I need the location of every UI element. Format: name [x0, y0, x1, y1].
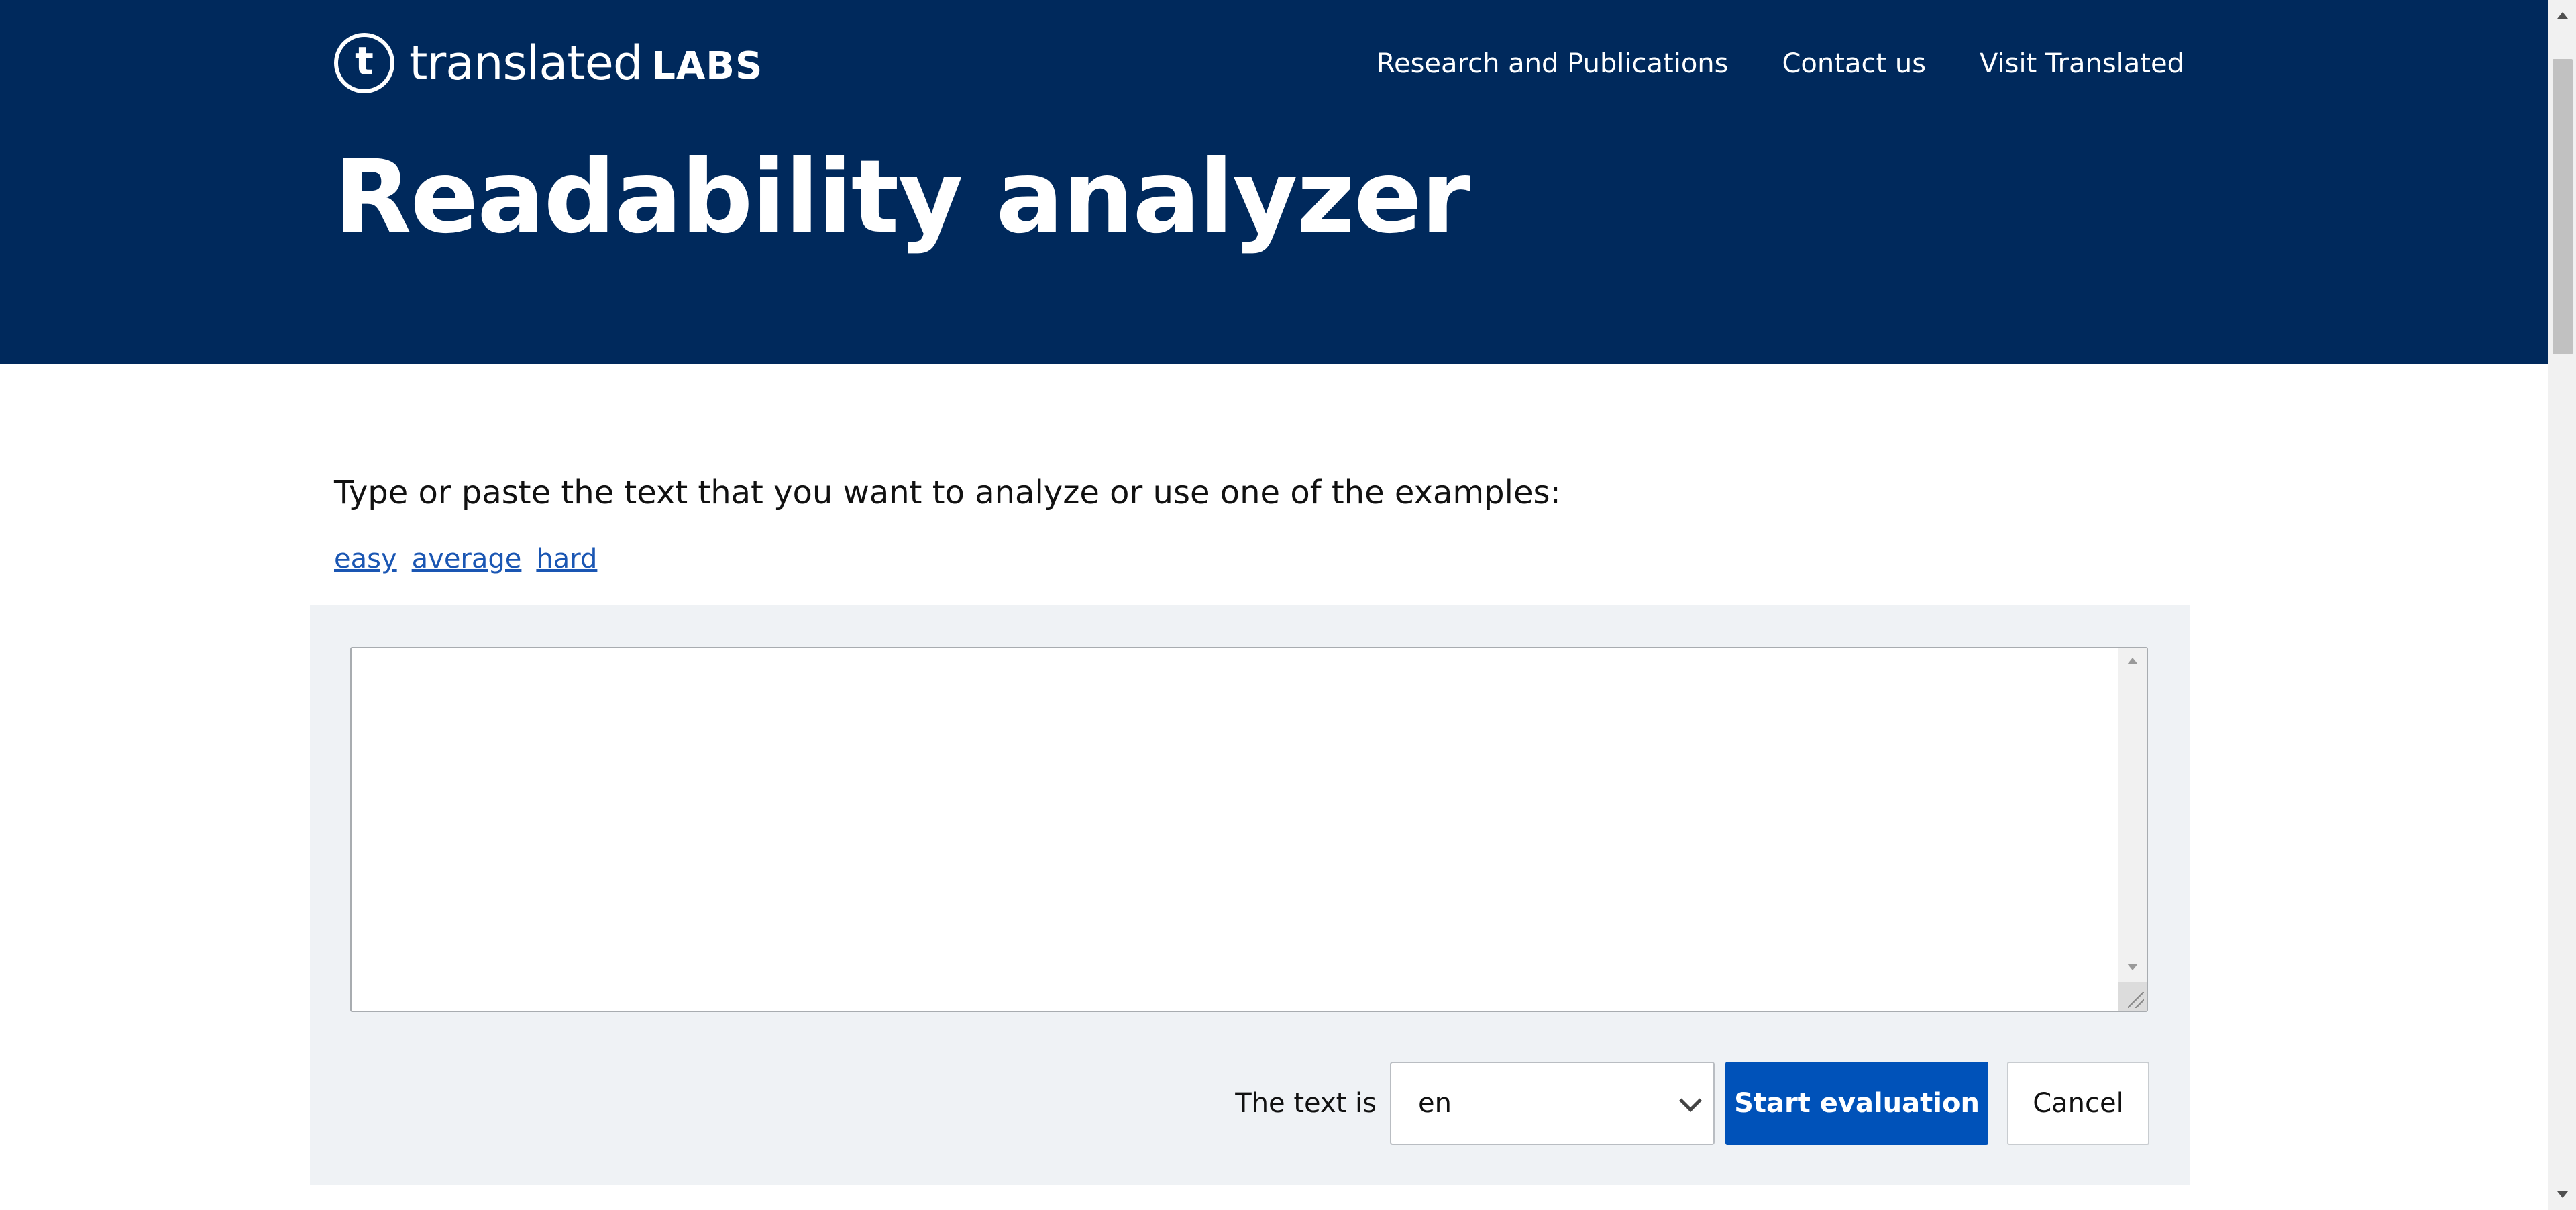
page-scroll-down-icon[interactable]: [2557, 1191, 2568, 1198]
instruction-text: Type or paste the text that you want to …: [334, 474, 1561, 511]
page-scroll-up-icon[interactable]: [2557, 12, 2568, 19]
example-links: easy average hard: [334, 544, 597, 574]
text-input-container: [350, 647, 2148, 1012]
example-easy-link[interactable]: easy: [334, 544, 397, 574]
page-scrollbar[interactable]: [2548, 0, 2576, 1210]
cancel-button[interactable]: Cancel: [2007, 1062, 2149, 1145]
page-scroll-thumb[interactable]: [2553, 59, 2573, 354]
language-label: The text is: [1235, 1088, 1377, 1119]
language-selected-value: en: [1418, 1088, 1452, 1119]
nav-research-publications[interactable]: Research and Publications: [1377, 48, 1729, 79]
top-nav: Research and Publications Contact us Vis…: [1377, 48, 2184, 79]
nav-contact-us[interactable]: Contact us: [1782, 48, 1927, 79]
form-controls: The text is en Start evaluation Cancel: [1235, 1062, 2149, 1145]
scroll-up-arrow-icon[interactable]: [2127, 658, 2138, 664]
logo-labs: LABS: [651, 44, 763, 88]
page-title: Readability analyzer: [334, 139, 1470, 256]
textarea-scrollbar[interactable]: [2118, 648, 2147, 1011]
site-header: t translated LABS Research and Publicati…: [0, 0, 2548, 364]
start-evaluation-button[interactable]: Start evaluation: [1725, 1062, 1988, 1145]
example-hard-link[interactable]: hard: [536, 544, 597, 574]
scroll-down-arrow-icon[interactable]: [2127, 964, 2138, 970]
logo-wordmark: translated: [409, 36, 643, 91]
logo-t-icon: t: [334, 33, 394, 93]
language-select[interactable]: en: [1390, 1062, 1715, 1145]
resize-grip-icon[interactable]: [2118, 982, 2147, 1011]
text-input[interactable]: [352, 648, 2120, 1011]
translated-labs-logo[interactable]: t translated LABS: [334, 30, 763, 97]
chevron-down-icon: [1679, 1089, 1702, 1112]
example-average-link[interactable]: average: [412, 544, 522, 574]
nav-visit-translated[interactable]: Visit Translated: [1980, 48, 2184, 79]
analyzer-form-panel: The text is en Start evaluation Cancel: [310, 605, 2190, 1185]
